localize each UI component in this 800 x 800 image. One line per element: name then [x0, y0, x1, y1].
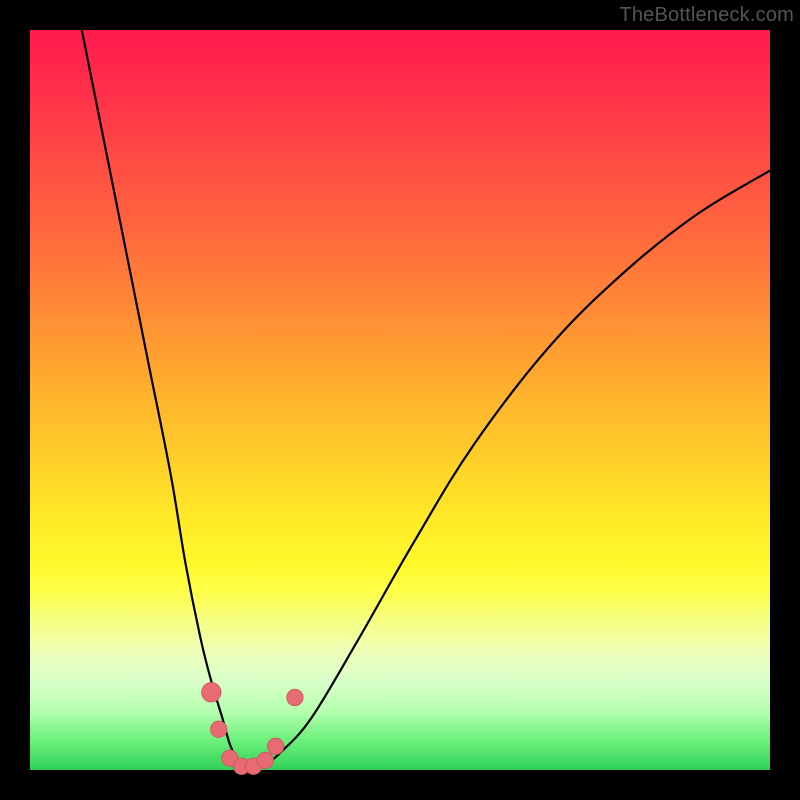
curve-layer [30, 30, 770, 770]
curve-marker [211, 721, 227, 737]
curve-marker [268, 738, 284, 754]
watermark-text: TheBottleneck.com [619, 4, 794, 27]
curve-marker [287, 689, 303, 705]
curve-marker [257, 752, 273, 768]
curve-markers [202, 683, 303, 775]
curve-marker [202, 683, 221, 702]
bottleneck-curve [82, 30, 770, 767]
plot-area [30, 30, 770, 770]
chart-frame: TheBottleneck.com [0, 0, 800, 800]
